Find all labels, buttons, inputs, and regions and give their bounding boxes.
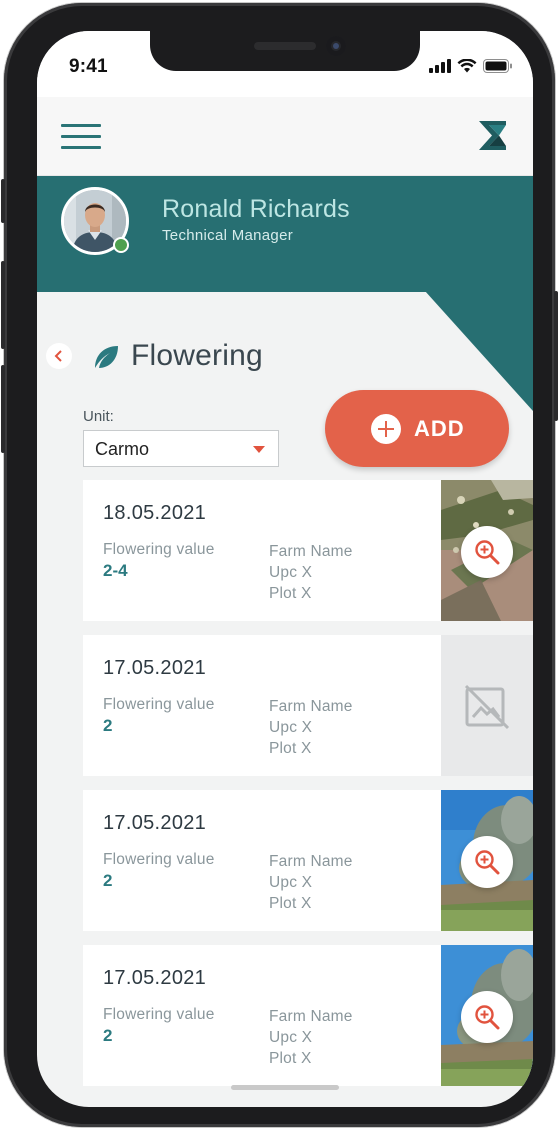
unit-label: Unit: xyxy=(83,408,114,425)
zoom-in-icon xyxy=(475,850,500,875)
plot: Plot X xyxy=(269,585,312,602)
plot: Plot X xyxy=(269,740,312,757)
record-date: 17.05.2021 xyxy=(103,967,207,989)
record-card[interactable]: 17.05.2021 Flowering value 2 Farm Name U… xyxy=(83,945,533,1086)
app-top-bar xyxy=(37,97,533,176)
farm-name: Farm Name xyxy=(269,698,353,715)
zoom-in-icon xyxy=(475,1005,500,1030)
phone-frame: 9:41 Ronald Richards Technical Manager F… xyxy=(1,3,558,1127)
wifi-icon xyxy=(457,59,477,73)
app-screen: 9:41 Ronald Richards Technical Manager F… xyxy=(37,31,533,1107)
record-card[interactable]: 17.05.2021 Flowering value 2 Farm Name U… xyxy=(83,635,533,776)
farm-details: Farm Name Upc X Plot X xyxy=(269,541,353,604)
home-indicator[interactable] xyxy=(231,1085,339,1090)
olive-grove-photo xyxy=(441,790,533,931)
olive-flowers-photo xyxy=(441,480,533,621)
farm-details: Farm Name Upc X Plot X xyxy=(269,851,353,914)
leaf-icon xyxy=(95,346,118,368)
farm-name: Farm Name xyxy=(269,853,353,870)
signal-icon xyxy=(429,59,451,73)
upc: Upc X xyxy=(269,1029,313,1046)
add-button-label: ADD xyxy=(414,416,465,441)
farm-name: Farm Name xyxy=(269,543,353,560)
app-logo-icon[interactable] xyxy=(479,121,506,150)
farm-details: Farm Name Upc X Plot X xyxy=(269,696,353,759)
flowering-value: 2-4 xyxy=(103,561,128,580)
front-camera xyxy=(326,36,346,56)
upc: Upc X xyxy=(269,564,313,581)
add-button[interactable]: ADD xyxy=(325,390,509,467)
status-time: 9:41 xyxy=(69,56,108,77)
page-title: Flowering xyxy=(131,339,263,372)
battery-icon xyxy=(483,59,512,73)
flowering-value: 2 xyxy=(103,871,113,890)
plot: Plot X xyxy=(269,895,312,912)
flowering-value-label: Flowering value xyxy=(103,541,215,558)
record-date: 17.05.2021 xyxy=(103,657,207,679)
device-notch xyxy=(150,31,420,71)
zoom-button[interactable] xyxy=(461,526,513,578)
record-date: 17.05.2021 xyxy=(103,812,207,834)
mute-switch xyxy=(1,179,5,223)
zoom-button[interactable] xyxy=(461,836,513,888)
plot: Plot X xyxy=(269,1050,312,1067)
volume-up-button xyxy=(1,261,5,349)
upc: Upc X xyxy=(269,874,313,891)
back-button[interactable] xyxy=(46,343,72,369)
online-status-dot xyxy=(113,237,129,253)
zoom-button[interactable] xyxy=(461,991,513,1043)
speaker-grille xyxy=(254,42,316,50)
flowering-value: 2 xyxy=(103,716,113,735)
back-chevron-icon xyxy=(54,350,62,362)
user-name: Ronald Richards xyxy=(162,195,350,223)
status-icons xyxy=(429,59,513,73)
plus-icon xyxy=(371,414,401,444)
volume-down-button xyxy=(1,365,5,453)
unit-select-value: Carmo xyxy=(95,439,150,459)
flowering-value-label: Flowering value xyxy=(103,851,215,868)
olive-grove-photo xyxy=(441,945,533,1086)
record-date: 18.05.2021 xyxy=(103,502,207,524)
record-card[interactable]: 17.05.2021 Flowering value 2 Farm Name U… xyxy=(83,790,533,931)
menu-icon[interactable] xyxy=(61,124,101,150)
flowering-value: 2 xyxy=(103,1026,113,1045)
no-image-icon xyxy=(464,684,510,730)
caret-down-icon xyxy=(253,446,265,453)
user-role: Technical Manager xyxy=(162,227,294,244)
zoom-in-icon xyxy=(475,540,500,565)
farm-details: Farm Name Upc X Plot X xyxy=(269,1006,353,1069)
upc: Upc X xyxy=(269,719,313,736)
no-image-placeholder xyxy=(441,635,533,776)
unit-select[interactable]: Carmo xyxy=(83,430,279,467)
flowering-value-label: Flowering value xyxy=(103,1006,215,1023)
farm-name: Farm Name xyxy=(269,1008,353,1025)
power-button xyxy=(554,291,558,421)
flowering-value-label: Flowering value xyxy=(103,696,215,713)
record-card[interactable]: 18.05.2021 Flowering value 2-4 Farm Name… xyxy=(83,480,533,621)
